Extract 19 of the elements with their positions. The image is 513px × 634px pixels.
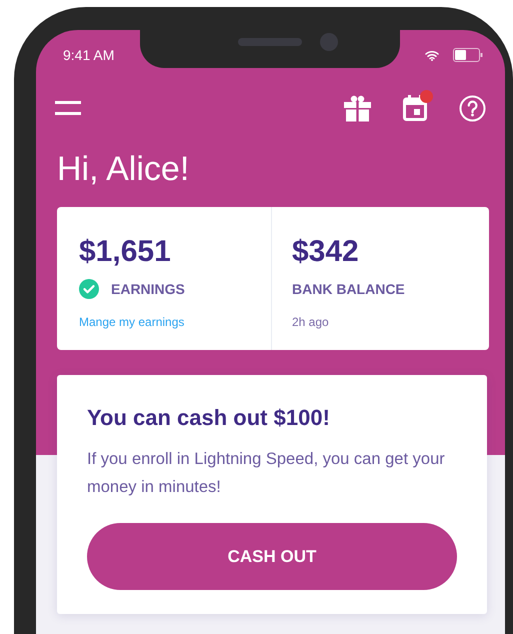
balance-amount: $1,651 [79, 237, 172, 267]
camera-lens [320, 33, 338, 51]
cash-out-button[interactable]: CASH OUT [87, 523, 457, 590]
greeting-heading: Hi, Alice! [57, 152, 190, 186]
updated-time: 2h ago [292, 315, 329, 329]
balance-amount: $342 [292, 237, 360, 267]
help-icon[interactable] [459, 94, 486, 122]
battery-icon [453, 48, 483, 62]
balance-label: EARNINGS [111, 281, 185, 297]
gift-icon[interactable] [344, 94, 371, 122]
calendar-icon[interactable] [403, 95, 427, 121]
wifi-icon [425, 50, 439, 60]
speaker-grille [238, 38, 302, 46]
offer-title: You can cash out $100! [87, 405, 331, 431]
balance-label: BANK BALANCE [292, 281, 405, 297]
manage-earnings-link[interactable]: Mange my earnings [79, 315, 184, 329]
status-time: 9:41 AM [63, 47, 114, 63]
menu-icon[interactable] [55, 100, 81, 116]
offer-description: If you enroll in Lightning Speed, you can get your money in minutes! [87, 449, 446, 498]
